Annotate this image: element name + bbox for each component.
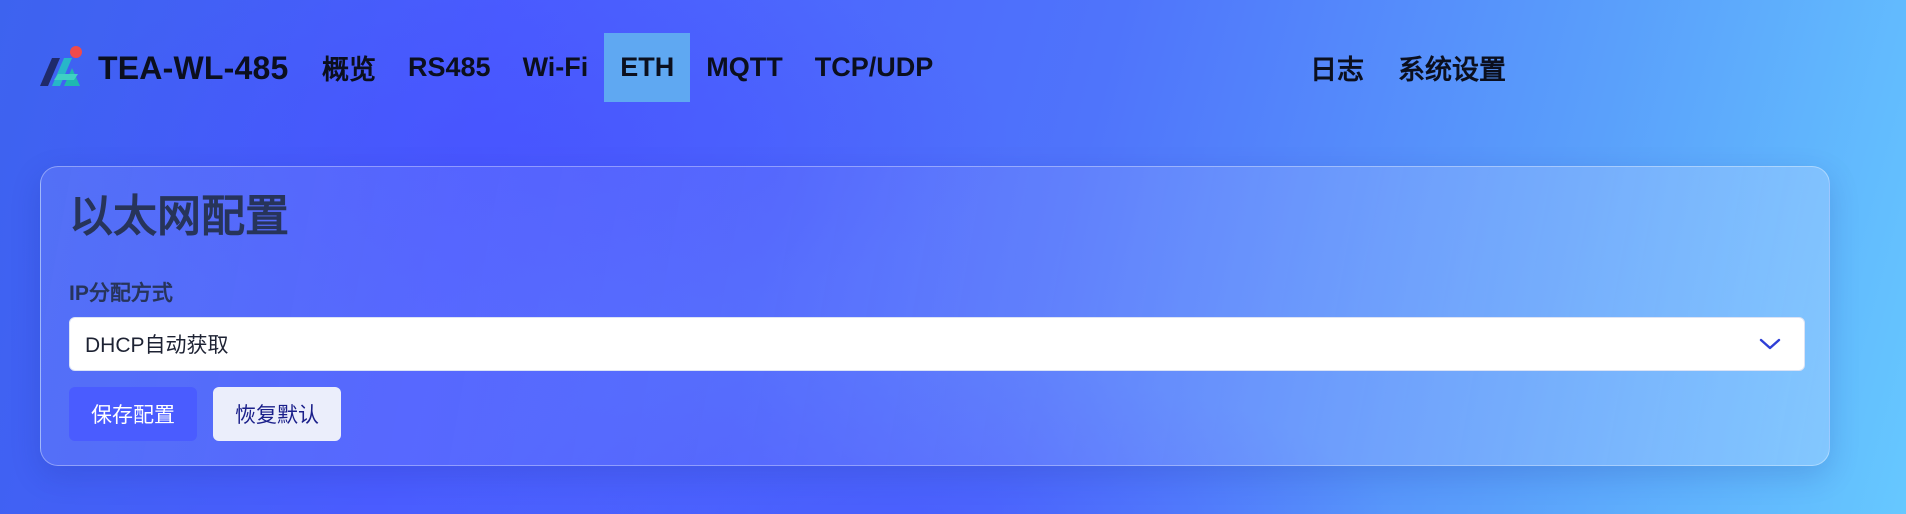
ethernet-config-card: 以太网配置 IP分配方式 DHCP自动获取 保存配置 恢复默认	[40, 166, 1830, 466]
brand-logo-icon	[40, 46, 82, 86]
secondary-nav: 日志 系统设置	[1310, 33, 1506, 102]
nav-item-system-settings[interactable]: 系统设置	[1364, 33, 1506, 102]
nav-item-mqtt[interactable]: MQTT	[690, 33, 798, 102]
nav-item-wifi[interactable]: Wi-Fi	[507, 33, 605, 102]
nav-item-tcp-udp[interactable]: TCP/UDP	[799, 33, 950, 102]
nav-item-overview[interactable]: 概览	[306, 33, 392, 102]
brand[interactable]: TEA-WL-485	[38, 44, 288, 92]
brand-name: TEA-WL-485	[98, 49, 289, 86]
nav-item-logs[interactable]: 日志	[1310, 33, 1364, 102]
ip-mode-select[interactable]: DHCP自动获取	[69, 317, 1805, 371]
page-title: 以太网配置	[69, 192, 289, 241]
ip-mode-label: IP分配方式	[69, 282, 173, 305]
top-navbar: TEA-WL-485 概览 RS485 Wi-Fi ETH MQTT TCP/U…	[0, 0, 1906, 136]
nav-item-rs485[interactable]: RS485	[392, 33, 507, 102]
restore-defaults-button[interactable]: 恢复默认	[213, 387, 341, 441]
ip-mode-selected-value: DHCP自动获取	[85, 334, 229, 357]
main-nav: 概览 RS485 Wi-Fi ETH MQTT TCP/UDP	[306, 33, 949, 102]
save-config-button[interactable]: 保存配置	[69, 387, 197, 441]
nav-item-eth[interactable]: ETH	[604, 33, 691, 102]
chevron-down-icon	[1759, 338, 1781, 350]
